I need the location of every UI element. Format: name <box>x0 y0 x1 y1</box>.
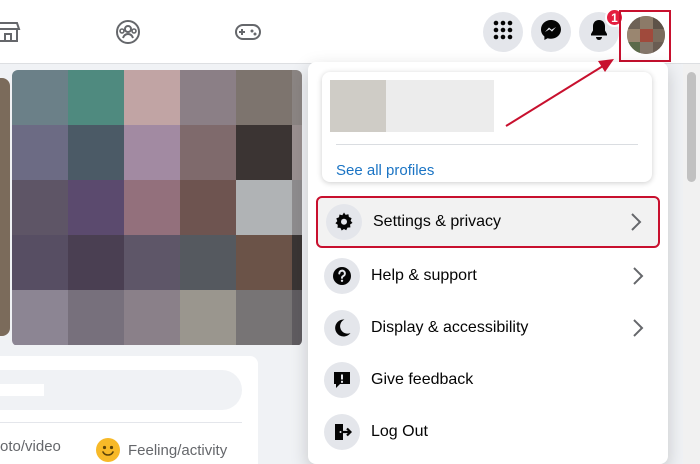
question-icon <box>324 258 360 294</box>
menu-item-label: Log Out <box>371 423 428 440</box>
menu-item-label: Display & accessibility <box>371 319 529 336</box>
composer-placeholder-redacted <box>0 384 44 396</box>
chevron-right-icon <box>630 212 642 232</box>
see-all-profiles-link[interactable]: See all profiles <box>336 162 434 179</box>
photo-video-button[interactable]: oto/video <box>0 438 61 455</box>
menu-item-settings-privacy[interactable]: Settings & privacy <box>316 196 660 248</box>
post-composer: oto/video Feeling/activity <box>0 356 258 464</box>
feeling-activity-button[interactable]: Feeling/activity <box>96 438 227 462</box>
menu-item-log-out[interactable]: Log Out <box>316 406 660 458</box>
composer-divider <box>0 422 242 423</box>
account-dropdown-menu: See all profiles Settings & privacy Help… <box>308 62 668 464</box>
menu-item-label: Help & support <box>371 267 477 284</box>
gaming-icon[interactable] <box>234 18 262 46</box>
menu-item-give-feedback[interactable]: Give feedback <box>316 354 660 406</box>
menu-item-label: Settings & privacy <box>373 213 502 230</box>
menu-item-help-support[interactable]: Help & support <box>316 250 660 302</box>
whats-on-your-mind-input[interactable] <box>0 370 242 410</box>
moon-icon <box>324 310 360 346</box>
profile-card-divider <box>336 144 638 145</box>
marketplace-icon[interactable] <box>0 18 22 46</box>
page-scrollbar[interactable] <box>683 64 700 464</box>
account-button[interactable] <box>619 10 671 62</box>
avatar <box>627 16 665 54</box>
scrollbar-thumb[interactable] <box>687 72 696 182</box>
story-image-pixelated[interactable] <box>12 70 302 346</box>
chevron-right-icon <box>632 318 644 338</box>
smiley-icon <box>96 438 120 462</box>
profile-name-redacted[interactable] <box>386 80 494 132</box>
menu-grid-icon <box>493 20 513 45</box>
groups-icon[interactable] <box>114 18 142 46</box>
menu-item-label: Give feedback <box>371 371 474 388</box>
logout-icon <box>324 414 360 450</box>
menu-item-display-accessibility[interactable]: Display & accessibility <box>316 302 660 354</box>
profile-photo-redacted[interactable] <box>330 80 386 132</box>
menu-grid-button[interactable] <box>483 12 523 52</box>
feedback-icon <box>324 362 360 398</box>
chevron-right-icon <box>632 266 644 286</box>
messenger-icon <box>540 19 562 46</box>
top-navigation-bar: 1 <box>0 0 700 64</box>
profile-card: See all profiles <box>322 72 652 182</box>
gear-icon <box>326 204 362 240</box>
feeling-activity-label: Feeling/activity <box>128 441 228 459</box>
story-card-edge[interactable] <box>0 78 10 336</box>
photo-video-label: oto/video <box>0 438 61 455</box>
messenger-button[interactable] <box>531 12 571 52</box>
